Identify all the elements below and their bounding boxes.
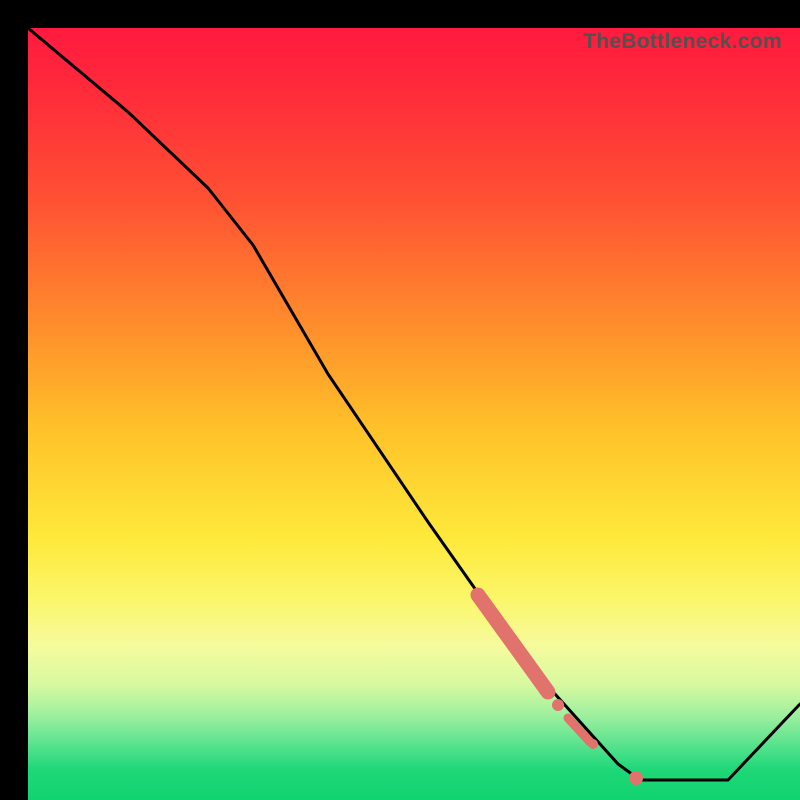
dot-min — [629, 771, 643, 785]
chart-frame: TheBottleneck.com — [0, 0, 800, 800]
bottleneck-curve — [28, 28, 800, 780]
curve-path — [28, 28, 800, 780]
dot-a — [552, 699, 564, 711]
plot-area: TheBottleneck.com — [28, 28, 800, 800]
chart-svg — [28, 28, 800, 800]
highlight-segment-thick — [478, 595, 548, 692]
highlight-overlays — [478, 595, 643, 785]
dot-b — [588, 739, 598, 749]
